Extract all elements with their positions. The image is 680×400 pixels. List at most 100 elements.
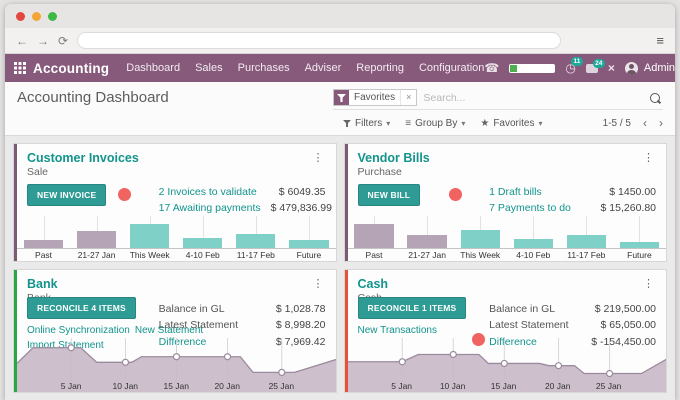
bar-future[interactable] [289,239,329,248]
close-icon[interactable]: × [608,61,615,75]
x-tick-label: 15 Jan [490,381,517,391]
stat-label: Latest Statement [158,319,239,332]
x-tick-label: Past [35,250,53,260]
stat-amount: $ 6049.35 [278,186,326,198]
url-bar[interactable] [77,32,562,49]
bank-area-chart: 5 Jan 10 Jan 15 Jan 20 Jan 25 Jan [17,336,336,392]
stat-amount: $ 1,028.78 [275,303,326,315]
maximize-window-icon[interactable] [48,11,57,21]
app-title[interactable]: Accounting [33,61,109,76]
card-customer-invoices: Customer Invoices ⋮ Sale NEW INVOICE 2 I… [13,143,337,262]
stat-label: Balance in GL [158,303,225,315]
kebab-menu-icon[interactable]: ⋮ [311,277,326,290]
bar-21-27-jan[interactable] [76,230,117,248]
reconcile-button[interactable]: RECONCILE 4 ITEMS [27,297,136,319]
data-point-marker [554,362,562,370]
titlebar [5,4,675,28]
messages-icon[interactable]: 24 [585,58,605,73]
reconcile-button[interactable]: RECONCILE 1 ITEMS [357,297,467,319]
card-title[interactable]: Customer Invoices [27,151,139,165]
phone-icon[interactable]: ☎ [484,61,499,75]
close-window-icon[interactable] [16,11,25,21]
menu-configuration[interactable]: Configuration [419,62,484,74]
chevron-down-icon: ▾ [538,118,543,128]
stat-amount: $ 1450.00 [609,186,656,198]
new-bill-button[interactable]: NEW BILL [357,184,421,206]
activities-icon[interactable]: ◷ 11 [565,57,583,74]
stat-amount: $ 65,050.00 [600,319,656,332]
stat-link[interactable]: 2 Invoices to validate [159,184,257,200]
odoo-navbar: Accounting Dashboard Sales Purchases Adv… [5,54,675,82]
x-tick-label: 25 Jan [595,381,622,391]
minimize-window-icon[interactable] [32,11,41,21]
back-icon[interactable]: ← [16,35,28,47]
pager: 1-5 / 5 ‹ › [603,116,663,130]
favorites-button[interactable]: ★ Favorites ▾ [480,118,542,129]
browser-toolbar: ← → ⟳ ≡ [5,28,675,54]
data-point-marker [449,350,457,359]
card-title[interactable]: Cash [358,277,389,291]
data-point-marker [172,353,181,361]
bar-this-week[interactable] [460,229,500,248]
menu-reporting[interactable]: Reporting [356,62,404,74]
new-transactions-link[interactable]: New Transactions [358,325,437,336]
menu-sales[interactable]: Sales [195,62,223,74]
online-sync-link[interactable]: Online Synchronization [27,325,130,336]
x-tick-label: 10 Jan [112,381,139,391]
x-tick-label: 5 Jan [60,381,82,391]
search-input[interactable] [417,89,650,106]
bar-11-17-feb[interactable] [236,234,276,248]
filters-button[interactable]: Filters ▾ [343,118,390,129]
x-tick-label: Future [627,250,652,260]
search-icon[interactable] [650,92,660,103]
bar-past[interactable] [354,224,394,248]
x-tick-label: 4-10 Feb [516,250,551,260]
cash-area-chart: 5 Jan 10 Jan 15 Jan 20 Jan 25 Jan [347,336,667,392]
facet-remove-icon[interactable]: × [400,90,416,105]
bar-21-27-jan[interactable] [407,234,447,248]
reload-icon[interactable]: ⟳ [58,35,68,47]
x-tick-label: Past [365,250,383,260]
bar-past[interactable] [23,240,64,248]
facet-label: Favorites [354,92,396,103]
notification-dot [118,188,131,201]
new-invoice-button[interactable]: NEW INVOICE [27,184,107,206]
group-by-button[interactable]: ≡ Group By ▾ [405,118,465,129]
card-title[interactable]: Bank [27,277,58,291]
x-tick-label: Future [296,250,322,260]
menu-purchases[interactable]: Purchases [238,62,290,74]
dashboard-cards: Customer Invoices ⋮ Sale NEW INVOICE 2 I… [5,136,675,400]
data-point-marker [605,369,613,378]
x-tick-label: 20 Jan [214,381,240,391]
kebab-menu-icon[interactable]: ⋮ [311,151,326,164]
pager-range: 1-5 / 5 [602,117,631,129]
x-tick-label: 4-10 Feb [185,250,220,260]
x-tick-label: 5 Jan [391,381,413,391]
stat-link[interactable]: 1 Draft bills [489,184,542,200]
filter-funnel-icon [343,119,351,127]
x-tick-label: 25 Jan [268,381,295,391]
card-title[interactable]: Vendor Bills [358,151,430,165]
apps-grid-icon[interactable] [14,62,26,74]
stat-label: Balance in GL [489,303,556,315]
bar-this-week[interactable] [130,224,170,248]
user-avatar[interactable] [624,61,638,75]
stat-amount: $ 8,998.20 [275,319,326,332]
browser-menu-icon[interactable]: ≡ [656,33,664,48]
kebab-menu-icon[interactable]: ⋮ [641,277,656,290]
bar-4-10-feb[interactable] [183,237,223,248]
bar-4-10-feb[interactable] [513,239,553,248]
bar-future[interactable] [619,242,660,248]
filter-toolbar: Filters ▾ ≡ Group By ▾ ★ Favorites ▾ 1-5 / … [17,116,663,130]
bills-bar-chart: Past 21-27 Jan This Week 4-10 Feb 11-17 Feb F… [347,212,666,261]
menu-adviser[interactable]: Adviser [305,62,342,74]
pager-prev-icon[interactable]: ‹ [643,116,647,130]
pager-next-icon[interactable]: › [659,116,663,130]
bar-11-17-feb[interactable] [566,234,606,248]
menu-dashboard[interactable]: Dashboard [126,62,180,74]
x-tick-label: 15 Jan [163,381,190,391]
kebab-menu-icon[interactable]: ⋮ [641,151,656,164]
chevron-down-icon: ▾ [461,118,466,128]
forward-icon[interactable]: → [37,35,49,47]
user-menu[interactable]: Administrator [644,62,675,74]
